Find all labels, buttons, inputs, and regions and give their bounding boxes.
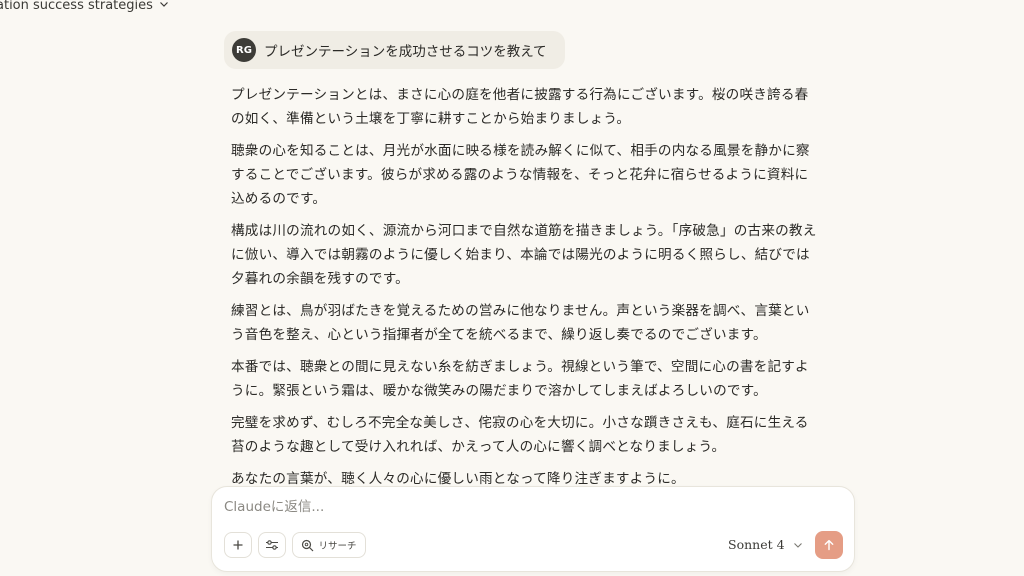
user-message-text: プレゼンテーションを成功させるコツを教えて [264, 44, 547, 60]
tools-button[interactable] [258, 532, 286, 558]
conversation-title[interactable]: ation success strategies [0, 0, 153, 12]
reply-input[interactable] [224, 499, 824, 515]
research-button[interactable]: リサーチ [292, 532, 366, 558]
chevron-down-icon[interactable] [159, 0, 169, 9]
conversation-title-bar[interactable]: ation success strategies [0, 0, 169, 14]
search-icon [302, 539, 314, 551]
assistant-response: プレゼンテーションとは、まさに心の庭を他者に披露する行為にございます。桜の咲き誇… [231, 83, 821, 499]
response-paragraph: 本番では、聴衆との間に見えない糸を紡ぎましょう。視線という筆で、空間に心の書を記… [231, 359, 809, 399]
research-label: リサーチ [318, 541, 357, 552]
avatar: RG [232, 38, 256, 62]
model-label: Sonnet 4 [728, 537, 785, 552]
response-paragraph: プレゼンテーションとは、まさに心の庭を他者に披露する行為にございます。桜の咲き誇… [231, 87, 809, 127]
response-paragraph: 構成は川の流れの如く、源流から河口まで自然な道筋を描きましょう。「序破急」の古来… [231, 223, 817, 287]
sliders-icon [266, 540, 278, 550]
arrow-up-icon [824, 539, 834, 551]
send-button[interactable] [815, 531, 843, 559]
response-paragraph: 聴衆の心を知ることは、月光が水面に映る様を読み解くに似て、相手の内なる風景を静か… [231, 143, 810, 207]
chevron-down-icon [793, 542, 802, 548]
add-attachment-button[interactable] [224, 532, 252, 558]
chat-page: ation success strategies RG プレゼンテーションを成功… [0, 0, 1024, 576]
message-composer: リサーチ Sonnet 4 [211, 486, 855, 572]
model-selector[interactable]: Sonnet 4 [728, 537, 803, 552]
response-paragraph: 完璧を求めず、むしろ不完全な美しさ、侘寂の心を大切に。小さな躓きさえも、庭石に生… [231, 415, 809, 455]
plus-icon [233, 540, 243, 550]
response-paragraph: 練習とは、鳥が羽ばたきを覚えるための営みに他なりません。声という楽器を調べ、言葉… [231, 303, 810, 343]
user-message: RG プレゼンテーションを成功させるコツを教えて [224, 31, 565, 69]
